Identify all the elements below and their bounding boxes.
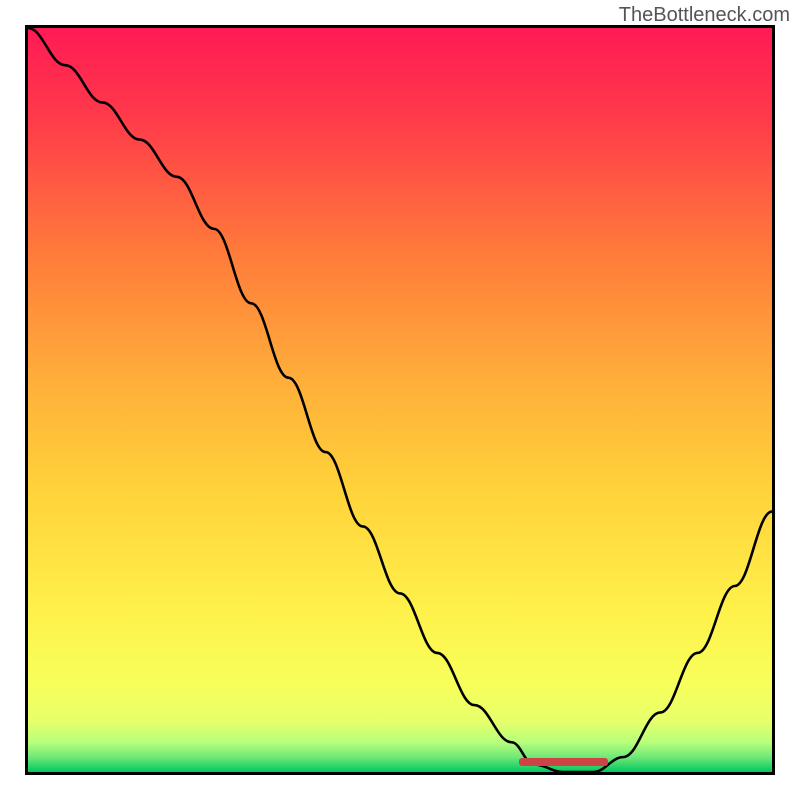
watermark-text: TheBottleneck.com [619,4,790,27]
optimal-range-marker [519,758,608,766]
bottleneck-curve [28,28,772,772]
chart-plot-area [25,25,775,775]
